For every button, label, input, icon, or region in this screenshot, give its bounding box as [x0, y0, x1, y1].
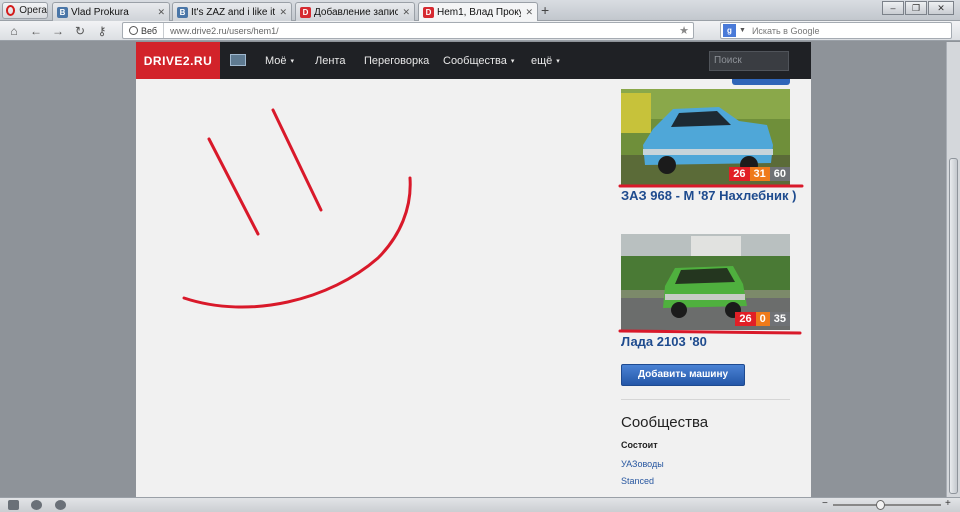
globe-icon — [129, 26, 138, 35]
new-tab-button[interactable]: + — [541, 3, 549, 17]
site-search-input[interactable]: Поиск — [709, 51, 789, 71]
close-icon[interactable]: ✕ — [279, 7, 287, 18]
likes-count: 26 — [729, 167, 750, 181]
community-link[interactable]: Stanced — [621, 476, 654, 486]
car-stats: 26 31 60 — [729, 167, 790, 181]
status-bar: − + — [0, 497, 960, 512]
tab-label: It's ZAZ and i like it — [191, 6, 276, 18]
chevron-down-icon: ▾ — [510, 57, 515, 65]
site-header: DRIVE2.RU Моё ▾ Лента Переговорка Сообщес… — [136, 42, 811, 79]
google-icon[interactable]: g — [723, 24, 736, 37]
menu-item-communities[interactable]: Сообщества ▾ — [443, 42, 514, 79]
drive2-favicon-icon: D — [423, 7, 434, 18]
speed-dial-icon[interactable] — [55, 500, 66, 510]
likes-count: 26 — [735, 312, 756, 326]
panel-toggle-icon[interactable] — [8, 500, 19, 510]
maximize-button[interactable]: ❐ — [905, 1, 927, 15]
key-icon[interactable]: ⚷ — [94, 23, 110, 39]
posts-count: 31 — [749, 167, 770, 181]
web-badge: Веб — [123, 23, 165, 38]
chevron-down-icon: ▾ — [556, 57, 560, 65]
menu-label: ещё — [531, 54, 553, 67]
menu-item-feed[interactable]: Лента — [315, 42, 345, 79]
car-title-link[interactable]: ЗАЗ 968 - М '87 Нахлебник ) — [621, 188, 801, 203]
forward-icon[interactable]: → — [50, 23, 66, 39]
zoom-slider-track[interactable] — [833, 504, 941, 506]
opera-menu-button[interactable]: Opera — [2, 2, 48, 19]
bookmark-star-icon[interactable]: ★ — [679, 24, 689, 37]
tab-zaz[interactable]: В It's ZAZ and i like it ✕ — [172, 2, 292, 21]
zoom-in-icon[interactable]: + — [945, 498, 951, 509]
navigation-bar: ⌂ ← → ↻ ⚷ Веб www.drive2.ru/users/hem1/ … — [0, 21, 960, 41]
vk-favicon-icon: В — [57, 6, 68, 18]
menu-item-more[interactable]: ещё ▾ — [531, 42, 560, 79]
chevron-down-icon[interactable]: ▼ — [739, 27, 746, 34]
close-icon[interactable]: ✕ — [402, 7, 410, 18]
tab-label: Vlad Prokura — [71, 6, 129, 18]
web-badge-label: Веб — [141, 25, 158, 36]
menu-item-moe[interactable]: Моё ▾ — [265, 42, 294, 79]
site-logo[interactable]: DRIVE2.RU — [136, 42, 220, 79]
button-edge — [732, 79, 790, 85]
home-icon[interactable]: ⌂ — [6, 23, 22, 39]
menu-label: Переговорка — [364, 54, 430, 67]
browser-search-input[interactable]: g ▼ Искать в Google — [720, 22, 952, 39]
opera-menu-label: Opera — [19, 5, 47, 16]
menu-item-chat[interactable]: Переговорка — [364, 42, 429, 79]
tab-add-post[interactable]: D Добавление записи ✕ — [295, 2, 415, 21]
zoom-slider-handle[interactable] — [876, 500, 885, 510]
car-card[interactable]: 26 0 35 — [621, 234, 790, 330]
site-page: DRIVE2.RU Моё ▾ Лента Переговорка Сообщес… — [136, 42, 811, 497]
chevron-down-icon: ▾ — [290, 57, 295, 65]
community-link[interactable]: УАЗоводы — [621, 459, 664, 469]
photos-count: 60 — [769, 167, 790, 181]
close-icon[interactable]: ✕ — [157, 7, 165, 18]
communities-heading: Сообщества — [621, 414, 709, 431]
page-scrollbar[interactable] — [946, 42, 960, 497]
tab-vlad-prokura[interactable]: В Vlad Prokura ✕ — [52, 2, 170, 21]
tab-label: Добавление записи — [314, 6, 399, 18]
add-car-button[interactable]: Добавить машину — [621, 364, 745, 386]
tab-bar: Opera В Vlad Prokura ✕ В It's ZAZ and i … — [0, 0, 960, 22]
drive2-favicon-icon: D — [300, 6, 311, 18]
menu-label: Моё — [265, 54, 287, 67]
opera-logo-icon — [6, 5, 16, 16]
back-icon[interactable]: ← — [28, 23, 44, 39]
turbo-cloud-icon[interactable] — [31, 500, 42, 510]
car-title-link[interactable]: Лада 2103 '80 — [621, 334, 801, 349]
posts-count: 0 — [755, 312, 770, 326]
tab-hem1-profile[interactable]: D Hem1, Влад Прокура ✕ — [418, 2, 538, 22]
minimize-button[interactable]: – — [882, 1, 904, 15]
car-card[interactable]: 26 31 60 — [621, 89, 790, 185]
browser-search-placeholder: Искать в Google — [751, 25, 820, 36]
photos-count: 35 — [769, 312, 790, 326]
car-stats: 26 0 35 — [735, 312, 790, 326]
url-text: www.drive2.ru/users/hem1/ — [170, 25, 279, 36]
garage-icon[interactable] — [230, 54, 246, 66]
reload-icon[interactable]: ↻ — [72, 23, 88, 39]
menu-label: Сообщества — [443, 54, 507, 67]
close-icon[interactable]: ✕ — [525, 7, 533, 18]
address-bar[interactable]: Веб www.drive2.ru/users/hem1/ ★ — [122, 22, 694, 39]
close-window-button[interactable]: ✕ — [928, 1, 954, 15]
divider — [621, 399, 790, 400]
car-photo[interactable]: 26 0 35 — [621, 234, 790, 330]
menu-label: Лента — [315, 54, 346, 67]
main-content: 26 31 60 ЗАЗ 968 - М '87 Нахлебник ) 26 … — [136, 79, 811, 497]
communities-subheading: Состоит — [621, 440, 658, 450]
tab-label: Hem1, Влад Прокура — [437, 7, 521, 18]
car-photo[interactable]: 26 31 60 — [621, 89, 790, 185]
scrollbar-thumb[interactable] — [949, 158, 958, 494]
zoom-out-icon[interactable]: − — [822, 498, 828, 509]
vk-favicon-icon: В — [177, 6, 188, 18]
